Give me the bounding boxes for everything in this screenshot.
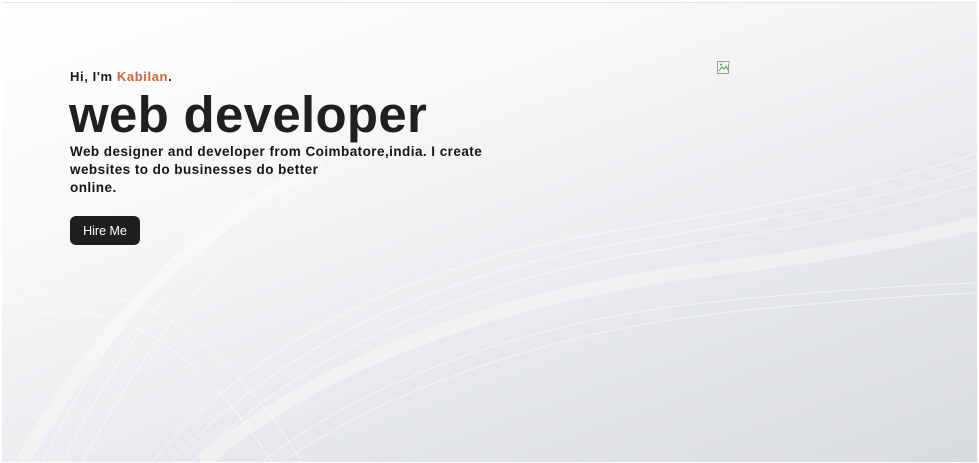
greeting: Hi, I'm Kabilan. bbox=[70, 69, 172, 84]
broken-image-icon bbox=[717, 61, 730, 74]
description-line-1: Web designer and developer from Coimbato… bbox=[70, 144, 483, 159]
hire-me-button[interactable]: Hire Me bbox=[70, 216, 140, 245]
description-line-3: online. bbox=[70, 180, 117, 195]
hero-description: Web designer and developer from Coimbato… bbox=[70, 143, 520, 197]
page-title: web developer bbox=[69, 86, 428, 143]
hero-section: Hi, I'm Kabilan. web developer Web desig… bbox=[2, 2, 977, 462]
greeting-suffix: . bbox=[168, 69, 173, 84]
greeting-prefix: Hi, I'm bbox=[70, 69, 117, 84]
description-line-2: websites to do businesses do better bbox=[70, 162, 319, 177]
developer-name: Kabilan bbox=[116, 69, 169, 84]
